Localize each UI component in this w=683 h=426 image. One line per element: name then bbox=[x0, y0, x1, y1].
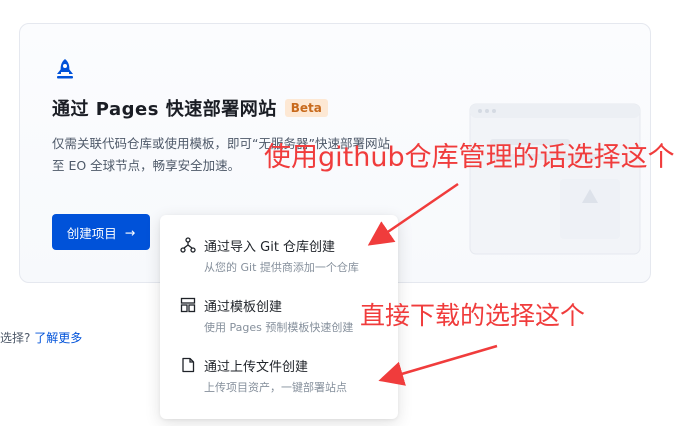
annotation-arrow-2 bbox=[378, 344, 498, 386]
annotation-arrows bbox=[367, 182, 498, 386]
annotation-github: 使用github仓库管理的话选择这个 bbox=[264, 142, 675, 173]
annotation-arrow-1 bbox=[367, 182, 459, 246]
annotation-download: 直接下载的选择这个 bbox=[360, 301, 586, 330]
